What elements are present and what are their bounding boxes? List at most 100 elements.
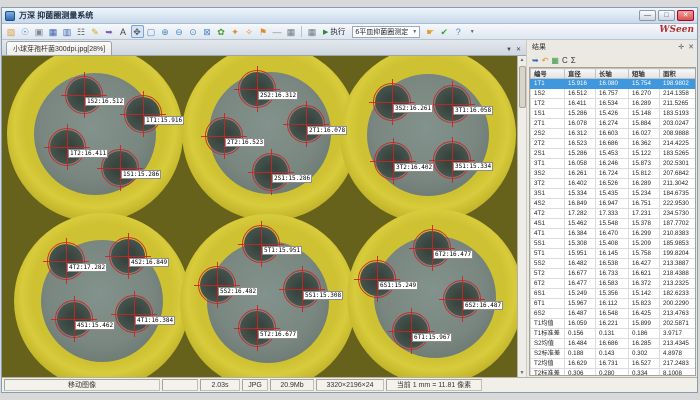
minimize-button[interactable]: — (639, 10, 656, 21)
scroll-thumb[interactable] (519, 66, 526, 108)
table-row[interactable]: 1T115.91616.08015.754198.9802 (531, 79, 697, 89)
crosshair-v-1T1 (143, 91, 144, 137)
zoom-in-icon[interactable]: ⊕ (159, 25, 172, 38)
table-row[interactable]: 3S216.26116.72415.812207.6842 (531, 169, 697, 179)
status-segment-3: JPG (242, 379, 268, 391)
marquee-select-icon[interactable]: ▢ (145, 25, 158, 38)
table-row[interactable]: 4S216.84916.94716.751222.9530 (531, 199, 697, 209)
scroll-down-icon[interactable]: ▼ (520, 369, 525, 377)
open-image-icon[interactable]: ▨ (5, 25, 18, 38)
execute-label: 执行 (330, 26, 345, 37)
measure-area-icon[interactable]: ⚑ (257, 25, 270, 38)
zone-label-2S2: 2S2:16.312 (258, 91, 298, 100)
table-row[interactable]: 2S216.31216.60316.027208.9888 (531, 129, 697, 139)
image-tab[interactable]: 小球芽孢杆菌300dpi.jpg[28%] (6, 41, 112, 55)
table-row[interactable]: 6T115.96716.11215.823200.2290 (531, 299, 697, 309)
column-header-0[interactable]: 编号 (531, 69, 565, 79)
close-button[interactable]: ✕ (677, 10, 694, 21)
crosshair-v-4S1 (74, 296, 75, 342)
maximize-button[interactable]: □ (658, 10, 675, 21)
zone-label-5S2: 5S2:16.482 (218, 287, 258, 296)
pencil-edit-icon[interactable]: ✎ (89, 25, 102, 38)
column-header-2[interactable]: 长轴 (596, 69, 629, 79)
table-row[interactable]: 5S115.30815.40815.209185.9853 (531, 239, 697, 249)
zoom-fit-icon[interactable]: ⊠ (201, 25, 214, 38)
measure-length-icon[interactable]: ✦ (229, 25, 242, 38)
crosshair-v-5T2 (257, 305, 258, 351)
table-row[interactable]: 1S115.28615.42615.148183.5193 (531, 109, 697, 119)
zoom-out-icon[interactable]: ⊖ (173, 25, 186, 38)
table-row[interactable]: 2T116.07816.27415.884203.0247 (531, 119, 697, 129)
table-row[interactable]: 1T216.41116.53416.289211.5265 (531, 99, 697, 109)
print-icon[interactable]: ☷ (75, 25, 88, 38)
column-header-3[interactable]: 短轴 (629, 69, 660, 79)
table-row[interactable]: T2标准差0.3060.2800.3348.1008 (531, 369, 697, 377)
table-row[interactable]: 3S115.33415.43515.234184.6735 (531, 189, 697, 199)
table-row[interactable]: 5T216.67716.73316.621218.4388 (531, 269, 697, 279)
table-row[interactable]: 4T116.38416.47016.299210.8383 (531, 229, 697, 239)
execute-button[interactable]: ▶ 执行 (319, 25, 349, 38)
sum-icon[interactable]: Σ (571, 55, 576, 66)
copy-icon[interactable]: C (562, 55, 568, 66)
scanner-icon[interactable]: ▣ (33, 25, 46, 38)
help-icon[interactable]: ? (452, 25, 465, 38)
table-row[interactable]: 1S216.51216.75716.270214.1358 (531, 89, 697, 99)
crosshair-v-5T1 (261, 221, 262, 267)
scroll-up-icon[interactable]: ▲ (520, 56, 525, 64)
table-row[interactable]: 5T115.95116.14515.758199.8204 (531, 249, 697, 259)
table-row[interactable]: T1标准差0.1560.1310.1863.9717 (531, 329, 697, 339)
results-close-icon[interactable]: ✕ (688, 43, 694, 51)
table-row[interactable]: 6S216.48716.54816.425213.4763 (531, 309, 697, 319)
crosshair-v-5S2 (217, 262, 218, 308)
image-canvas[interactable]: ▲ ▼ 1S2:16.5121T1:15.9161T2:16.4111S1:15… (2, 56, 526, 377)
pan-hand-icon[interactable]: ✥ (131, 25, 144, 38)
grid-settings-icon[interactable]: ▦ (285, 25, 298, 38)
export-result-icon[interactable]: ➥ (532, 55, 539, 66)
camera-capture-icon[interactable]: ☉ (19, 25, 32, 38)
undo-icon[interactable]: ↶ (542, 55, 549, 66)
zone-label-1T1: 1T1:15.916 (144, 116, 184, 125)
table-row[interactable]: 3T116.05816.24615.873202.5301 (531, 159, 697, 169)
table-row[interactable]: 2T216.52316.68616.362214.4225 (531, 139, 697, 149)
crosshair-v-3S1 (452, 137, 453, 183)
zone-label-1T2: 1T2:16.411 (68, 149, 108, 158)
line-tool-icon[interactable]: — (271, 25, 284, 38)
column-header-1[interactable]: 直径 (565, 69, 596, 79)
table-row[interactable]: 3T216.40216.52616.289211.3042 (531, 179, 697, 189)
tab-list-chevron-icon[interactable]: ▼ (506, 47, 512, 53)
confirm-icon[interactable]: ✔ (438, 25, 451, 38)
measure-angle-icon[interactable]: ✧ (243, 25, 256, 38)
results-toolbar: ➥↶▦CΣ (529, 54, 697, 67)
table-row[interactable]: 4T217.28217.33317.231234.5730 (531, 209, 697, 219)
notify-icon[interactable]: ☛ (424, 25, 437, 38)
help-chevron-icon[interactable]: ▼ (466, 25, 479, 38)
table-row[interactable]: 6T216.47716.58316.372213.2325 (531, 279, 697, 289)
crosshair-v-1S1 (120, 145, 121, 191)
table-row[interactable]: 5S216.48216.53816.427213.3887 (531, 259, 697, 269)
table-row[interactable]: 2S115.28615.45315.122183.5265 (531, 149, 697, 159)
pin-icon[interactable]: ✛ (678, 43, 684, 51)
title-bar[interactable]: 万深 抑菌圈测量系统 —□✕ (2, 8, 697, 24)
canvas-vscrollbar[interactable]: ▲ ▼ (517, 56, 526, 377)
excel-export-icon[interactable]: ▦ (551, 55, 559, 66)
table-row[interactable]: 4S115.46215.54815.378187.7702 (531, 219, 697, 229)
table-row[interactable]: 6S115.24915.35615.142182.6233 (531, 289, 697, 299)
zone-label-1S2: 1S2:16.512 (85, 97, 125, 106)
tab-close-icon[interactable]: ✕ (516, 46, 521, 53)
table-row[interactable]: S2标准差0.1880.1430.3024.8978 (531, 349, 697, 359)
preview-icon[interactable]: ✿ (215, 25, 228, 38)
grid-view-icon[interactable]: ▦ (306, 25, 319, 38)
save-icon[interactable]: ▦ (47, 25, 60, 38)
table-row[interactable]: T2均值16.62916.73116.527217.2483 (531, 359, 697, 369)
save-all-icon[interactable]: ▥ (61, 25, 74, 38)
text-annotate-icon[interactable]: A (117, 25, 130, 38)
zone-label-2T1: 2T1:16.078 (307, 126, 347, 135)
crosshair-v-3T1 (452, 81, 453, 127)
method-dropdown[interactable]: 6平皿抑菌圈测定 ▼ (352, 26, 420, 38)
column-header-4[interactable]: 面积 (660, 69, 697, 79)
export-report-icon[interactable]: ➥ (103, 25, 116, 38)
table-row[interactable]: T1均值16.05916.22115.899202.5871 (531, 319, 697, 329)
window-title: 万深 抑菌圈测量系统 (19, 10, 637, 21)
table-row[interactable]: S2均值16.48416.68616.285213.4345 (531, 339, 697, 349)
zoom-actual-icon[interactable]: ⊙ (187, 25, 200, 38)
